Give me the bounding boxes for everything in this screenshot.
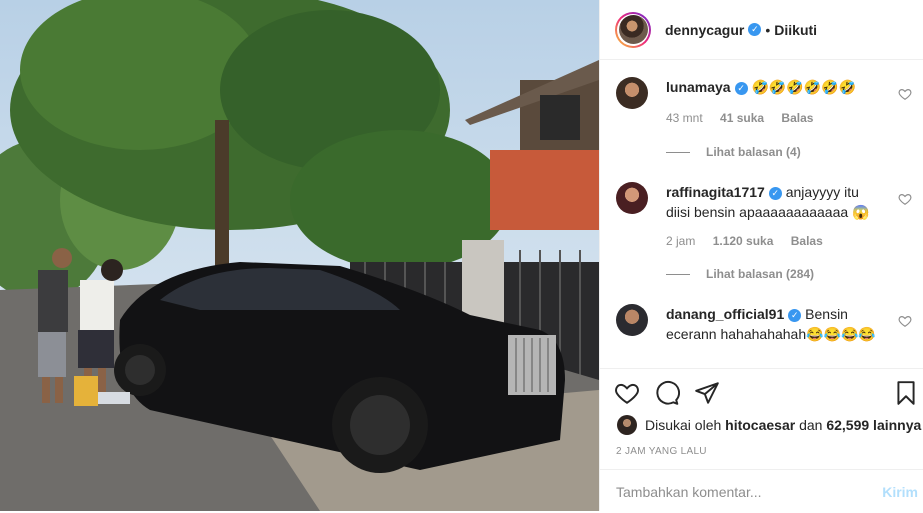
add-comment-bar: Tambahkan komentar... Kirim bbox=[600, 469, 923, 513]
verified-icon: ✓ bbox=[748, 23, 762, 36]
author-username[interactable]: dennycagur bbox=[665, 22, 744, 38]
post-header: dennycagur ✓ • Diikuti bbox=[600, 0, 923, 60]
verified-icon: ✓ bbox=[788, 308, 802, 322]
replies-divider bbox=[666, 273, 690, 275]
comment-username[interactable]: danang_official91 bbox=[666, 306, 784, 322]
view-replies-link[interactable]: Lihat balasan (284) bbox=[666, 267, 814, 281]
liker-avatar[interactable] bbox=[617, 415, 637, 435]
comment-avatar[interactable] bbox=[616, 304, 648, 336]
comment-reply-button[interactable]: Balas bbox=[791, 234, 823, 248]
replies-divider bbox=[666, 151, 690, 153]
post-timestamp[interactable]: 2 JAM YANG LALU bbox=[616, 446, 707, 457]
likes-middle: dan bbox=[799, 417, 823, 433]
view-replies-label: Lihat balasan (284) bbox=[706, 267, 815, 281]
author-avatar[interactable] bbox=[615, 11, 651, 48]
post-photo bbox=[0, 0, 599, 511]
action-icons-row bbox=[614, 380, 720, 406]
view-replies-link[interactable]: Lihat balasan (4) bbox=[666, 145, 801, 159]
author-avatar-frame bbox=[617, 13, 649, 46]
comment-like-heart-icon[interactable] bbox=[898, 192, 912, 206]
comment-item: raffinagita1717 ✓ anjayyyy itu diisi bens… bbox=[616, 182, 916, 292]
post-comment-button[interactable]: Kirim bbox=[882, 484, 918, 500]
separator-dot: • bbox=[765, 21, 771, 38]
comment-avatar[interactable] bbox=[616, 182, 648, 214]
comment-time: 43 mnt bbox=[666, 111, 703, 125]
post-actions: Disukai oleh hitocaesar dan 62,599 lainn… bbox=[600, 368, 923, 512]
comment-avatar[interactable] bbox=[616, 77, 648, 109]
comment-icon[interactable] bbox=[654, 380, 680, 406]
share-icon[interactable] bbox=[694, 380, 720, 406]
comment-like-heart-icon[interactable] bbox=[898, 87, 912, 101]
author-avatar-image bbox=[618, 15, 648, 44]
comment-input[interactable]: Tambahkan komentar... bbox=[616, 484, 762, 500]
post-photo-illustration bbox=[0, 0, 599, 511]
post-panel: dennycagur ✓ • Diikuti lunamaya ✓ 🤣🤣🤣🤣🤣🤣 … bbox=[599, 0, 923, 511]
comment-meta: 2 jam 1.120 suka Balas bbox=[666, 234, 837, 248]
comment-item: danang_official91 ✓ Bensin ecerann hahaha… bbox=[616, 304, 916, 368]
comment-likes[interactable]: 1.120 suka bbox=[713, 234, 774, 248]
verified-icon: ✓ bbox=[768, 186, 782, 200]
likes-summary: Disukai oleh hitocaesar dan 62,599 lainn… bbox=[617, 415, 921, 435]
view-replies-label: Lihat balasan (4) bbox=[706, 145, 801, 159]
comment-text-block: lunamaya ✓ 🤣🤣🤣🤣🤣🤣 bbox=[666, 77, 886, 97]
comment-time: 2 jam bbox=[666, 234, 696, 248]
liker-username[interactable]: hitocaesar bbox=[725, 417, 795, 433]
comment-like-heart-icon[interactable] bbox=[898, 314, 912, 328]
verified-icon: ✓ bbox=[734, 81, 748, 95]
bookmark-icon[interactable] bbox=[893, 380, 919, 406]
comment-username[interactable]: lunamaya bbox=[666, 79, 731, 95]
likes-prefix: Disukai oleh bbox=[645, 417, 722, 433]
comment-reply-button[interactable]: Balas bbox=[781, 111, 813, 125]
comments-list[interactable]: lunamaya ✓ 🤣🤣🤣🤣🤣🤣 43 mnt 41 suka Balas Li… bbox=[600, 60, 923, 368]
comment-text-block: raffinagita1717 ✓ anjayyyy itu diisi bens… bbox=[666, 182, 886, 222]
comment-text: 🤣🤣🤣🤣🤣🤣 bbox=[751, 79, 857, 95]
comment-text-block: danang_official91 ✓ Bensin ecerann hahaha… bbox=[666, 304, 886, 344]
comment-likes[interactable]: 41 suka bbox=[720, 111, 764, 125]
comment-username[interactable]: raffinagita1717 bbox=[666, 184, 765, 200]
likes-count[interactable]: 62,599 lainnya bbox=[826, 417, 921, 433]
comment-item: lunamaya ✓ 🤣🤣🤣🤣🤣🤣 43 mnt 41 suka Balas Li… bbox=[616, 77, 916, 167]
heart-icon[interactable] bbox=[614, 380, 640, 406]
comment-meta: 43 mnt 41 suka Balas bbox=[666, 111, 827, 125]
follow-status-button[interactable]: Diikuti bbox=[774, 22, 817, 38]
